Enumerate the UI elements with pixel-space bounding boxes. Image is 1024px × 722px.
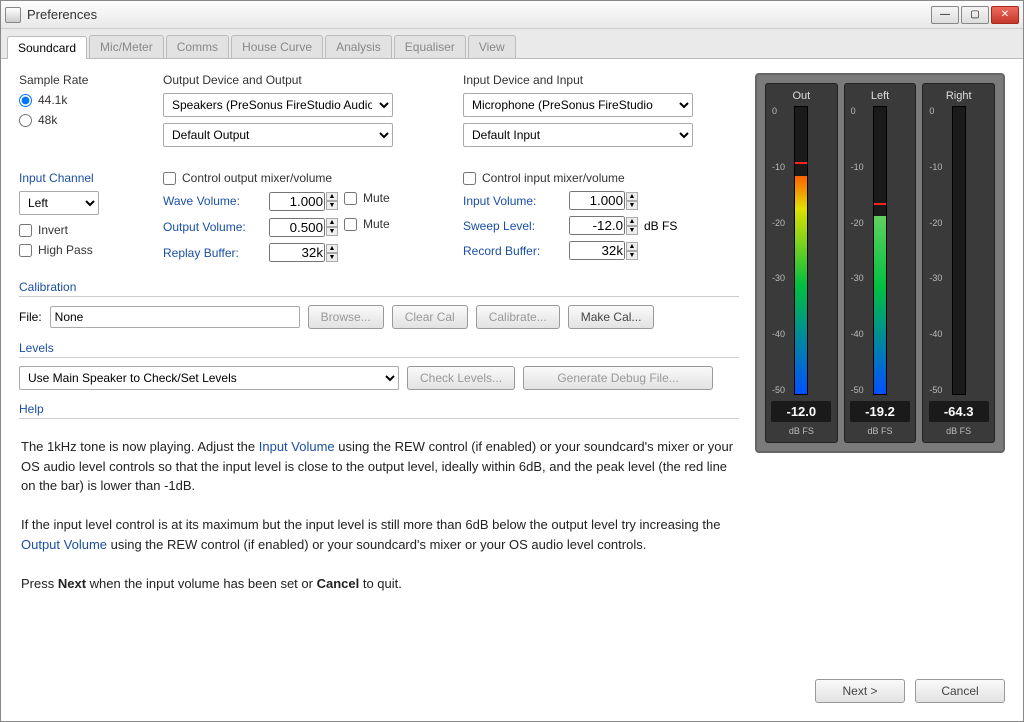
spin-down-icon[interactable]: ▼: [326, 227, 338, 236]
replay-buffer-input[interactable]: [269, 243, 325, 262]
check-levels-button[interactable]: Check Levels...: [407, 366, 515, 390]
input-channel-select[interactable]: Left: [19, 191, 99, 215]
record-buffer-input[interactable]: [569, 241, 625, 260]
input-device-select[interactable]: Microphone (PreSonus FireStudio: [463, 93, 693, 117]
sweep-level-input[interactable]: [569, 216, 625, 235]
wave-volume-label: Wave Volume:: [163, 194, 263, 208]
tab-house-curve[interactable]: House Curve: [231, 35, 323, 58]
footer: Next > Cancel: [1, 667, 1023, 721]
maximize-button[interactable]: ▢: [961, 6, 989, 24]
meter-left-value: -19.2: [850, 401, 910, 422]
sweep-unit: dB FS: [644, 219, 677, 233]
meter-out: Out 0-10-20-30-40-50 -12.0 dB FS: [765, 83, 838, 443]
tabbar: Soundcard Mic/Meter Comms House Curve An…: [1, 29, 1023, 59]
control-output-mixer-checkbox[interactable]: Control output mixer/volume: [163, 171, 439, 185]
window-title: Preferences: [27, 7, 931, 22]
meter-right-value: -64.3: [929, 401, 989, 422]
spin-up-icon[interactable]: ▲: [626, 217, 638, 226]
generate-debug-button[interactable]: Generate Debug File...: [523, 366, 713, 390]
spin-up-icon[interactable]: ▲: [326, 192, 338, 201]
out-mute-checkbox[interactable]: Mute: [344, 217, 390, 231]
tab-equaliser[interactable]: Equaliser: [394, 35, 466, 58]
close-button[interactable]: ✕: [991, 6, 1019, 24]
sample-rate-label: Sample Rate: [19, 73, 139, 87]
help-output-volume-link[interactable]: Output Volume: [21, 537, 107, 552]
spin-up-icon[interactable]: ▲: [326, 244, 338, 253]
levels-heading: Levels: [19, 341, 739, 358]
calibrate-button[interactable]: Calibrate...: [476, 305, 560, 329]
spin-down-icon[interactable]: ▼: [626, 226, 638, 235]
clear-cal-button[interactable]: Clear Cal: [392, 305, 468, 329]
output-volume-input[interactable]: [269, 218, 325, 237]
spin-up-icon[interactable]: ▲: [326, 218, 338, 227]
spin-down-icon[interactable]: ▼: [626, 201, 638, 210]
record-buffer-label: Record Buffer:: [463, 244, 563, 258]
spin-up-icon[interactable]: ▲: [626, 192, 638, 201]
highpass-checkbox[interactable]: High Pass: [19, 243, 139, 257]
next-button[interactable]: Next >: [815, 679, 905, 703]
output-output-select[interactable]: Default Output: [163, 123, 393, 147]
spin-up-icon[interactable]: ▲: [626, 242, 638, 251]
invert-checkbox[interactable]: Invert: [19, 223, 139, 237]
output-volume-label: Output Volume:: [163, 220, 263, 234]
cal-file-label: File:: [19, 310, 42, 324]
tab-comms[interactable]: Comms: [166, 35, 229, 58]
output-device-label: Output Device and Output: [163, 73, 439, 87]
cancel-button[interactable]: Cancel: [915, 679, 1005, 703]
browse-button[interactable]: Browse...: [308, 305, 384, 329]
help-heading: Help: [19, 402, 739, 419]
input-channel-label: Input Channel: [19, 171, 139, 185]
tab-soundcard[interactable]: Soundcard: [7, 36, 87, 59]
calibration-heading: Calibration: [19, 280, 739, 297]
tab-view[interactable]: View: [468, 35, 516, 58]
meter-right: Right 0-10-20-30-40-50 -64.3 dB FS: [922, 83, 995, 443]
levels-select[interactable]: Use Main Speaker to Check/Set Levels: [19, 366, 399, 390]
titlebar: Preferences — ▢ ✕: [1, 1, 1023, 29]
input-volume-label: Input Volume:: [463, 194, 563, 208]
spin-down-icon[interactable]: ▼: [626, 251, 638, 260]
sample-rate-48[interactable]: 48k: [19, 113, 139, 127]
make-cal-button[interactable]: Make Cal...: [568, 305, 655, 329]
meter-ticks: 0-10-20-30-40-50: [772, 106, 785, 395]
wave-volume-input[interactable]: [269, 192, 325, 211]
meter-out-value: -12.0: [771, 401, 831, 422]
wave-mute-checkbox[interactable]: Mute: [344, 191, 390, 205]
tab-analysis[interactable]: Analysis: [325, 35, 392, 58]
tab-mic-meter[interactable]: Mic/Meter: [89, 35, 164, 58]
minimize-button[interactable]: —: [931, 6, 959, 24]
input-input-select[interactable]: Default Input: [463, 123, 693, 147]
input-device-label: Input Device and Input: [463, 73, 739, 87]
help-text: The 1kHz tone is now playing. Adjust the…: [19, 427, 739, 603]
meter-left: Left 0-10-20-30-40-50 -19.2 dB FS: [844, 83, 917, 443]
help-input-volume-link[interactable]: Input Volume: [259, 439, 335, 454]
sweep-level-label: Sweep Level:: [463, 219, 563, 233]
input-volume-input[interactable]: [569, 191, 625, 210]
replay-buffer-label: Replay Buffer:: [163, 246, 263, 260]
control-input-mixer-checkbox[interactable]: Control input mixer/volume: [463, 171, 739, 185]
level-meters: Out 0-10-20-30-40-50 -12.0 dB FS Left 0-…: [755, 73, 1005, 453]
sample-rate-44[interactable]: 44.1k: [19, 93, 139, 107]
output-device-select[interactable]: Speakers (PreSonus FireStudio Audio): [163, 93, 393, 117]
spin-down-icon[interactable]: ▼: [326, 201, 338, 210]
spin-down-icon[interactable]: ▼: [326, 253, 338, 262]
cal-file-input[interactable]: [50, 306, 300, 328]
app-icon: [5, 7, 21, 23]
preferences-window: Preferences — ▢ ✕ Soundcard Mic/Meter Co…: [0, 0, 1024, 722]
